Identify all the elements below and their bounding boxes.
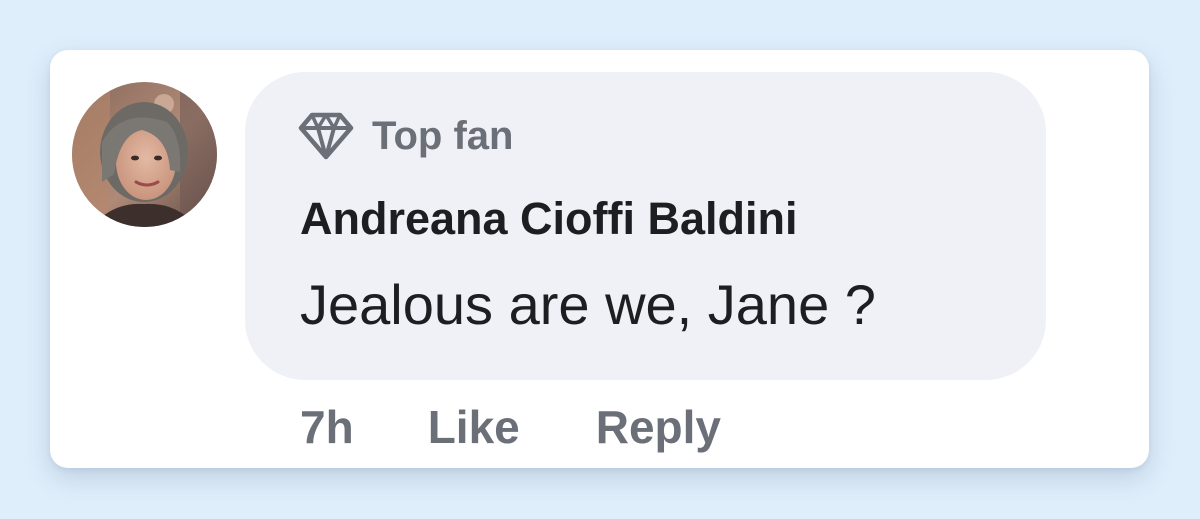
comment-timestamp[interactable]: 7h bbox=[300, 404, 354, 450]
avatar-photo bbox=[72, 82, 217, 227]
author-name[interactable]: Andreana Cioffi Baldini bbox=[300, 196, 798, 241]
diamond-icon bbox=[298, 112, 354, 160]
comment-bubble: Top fan Andreana Cioffi Baldini Jealous … bbox=[245, 72, 1046, 380]
reply-button[interactable]: Reply bbox=[596, 404, 721, 450]
badge-label: Top fan bbox=[372, 114, 514, 158]
avatar[interactable] bbox=[72, 82, 217, 227]
comment-text: Jealous are we, Jane ? bbox=[300, 273, 876, 336]
comment-card: Top fan Andreana Cioffi Baldini Jealous … bbox=[50, 50, 1149, 468]
top-fan-badge[interactable]: Top fan bbox=[298, 111, 513, 161]
like-button[interactable]: Like bbox=[428, 404, 520, 450]
comment-actions: 7h Like Reply bbox=[300, 402, 721, 452]
